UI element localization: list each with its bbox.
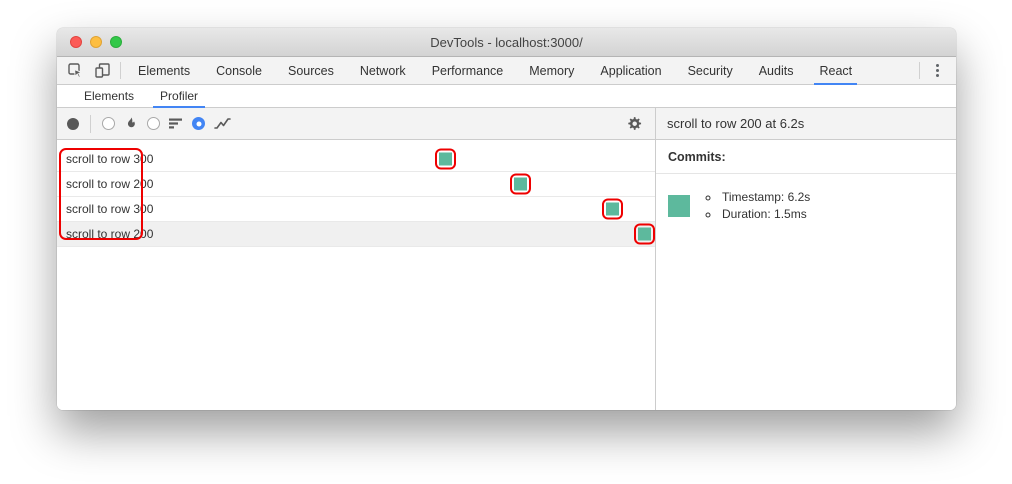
inspect-cursor-icon: [68, 63, 83, 78]
commit-square-icon: [638, 227, 651, 241]
ranked-mode-radio[interactable]: [147, 117, 160, 130]
zoom-button[interactable]: [110, 36, 122, 48]
commit-entry: Timestamp: 6.2s Duration: 1.5ms: [656, 174, 956, 237]
tab-react[interactable]: React: [806, 57, 865, 85]
profiler-main-panel: scroll to row 300 scroll to row 200 scro…: [57, 108, 656, 410]
devtools-tabbar: Elements Console Sources Network Perform…: [57, 57, 956, 85]
device-toolbar-button[interactable]: [89, 57, 116, 84]
interactions-chart-icon[interactable]: [214, 117, 231, 130]
divider: [120, 62, 121, 79]
kebab-menu-icon: [935, 64, 939, 67]
profiler-content: scroll to row 300 scroll to row 200 scro…: [57, 108, 956, 410]
commit-square-icon: [439, 152, 452, 166]
tab-memory[interactable]: Memory: [516, 57, 587, 84]
tab-security[interactable]: Security: [675, 57, 746, 84]
tab-performance[interactable]: Performance: [419, 57, 517, 84]
commit-details-sidebar: scroll to row 200 at 6.2s Commits: Times…: [656, 108, 956, 410]
subtab-profiler[interactable]: Profiler: [147, 85, 211, 108]
settings-button[interactable]: [627, 116, 642, 131]
commit-swatch-icon[interactable]: [668, 194, 690, 217]
minimize-button[interactable]: [90, 36, 102, 48]
commit-marker[interactable]: [634, 223, 655, 245]
interactions-timeline: scroll to row 300 scroll to row 200 scro…: [57, 140, 655, 410]
interactions-mode-radio[interactable]: [192, 117, 205, 130]
devtools-window: DevTools - localhost:3000/ Elements Cons…: [57, 28, 956, 410]
device-toolbar-icon: [95, 63, 110, 78]
interaction-label: scroll to row 200: [66, 177, 154, 191]
record-button[interactable]: [67, 117, 79, 130]
tab-elements[interactable]: Elements: [125, 57, 203, 84]
commit-detail-list: Timestamp: 6.2s Duration: 1.5ms: [699, 187, 810, 224]
window-title: DevTools - localhost:3000/: [430, 34, 583, 50]
commit-square-icon: [514, 177, 527, 191]
flame-icon[interactable]: [124, 116, 138, 131]
titlebar: DevTools - localhost:3000/: [57, 28, 956, 57]
commit-timestamp: Timestamp: 6.2s: [720, 190, 810, 204]
commit-marker[interactable]: [510, 173, 531, 195]
interaction-label: scroll to row 300: [66, 202, 154, 216]
subtab-elements[interactable]: Elements: [71, 85, 147, 107]
ranked-chart-icon[interactable]: [169, 117, 183, 130]
interaction-label: scroll to row 200: [66, 227, 154, 241]
selected-interaction-title: scroll to row 200 at 6.2s: [667, 116, 805, 131]
tab-sources[interactable]: Sources: [275, 57, 347, 84]
profiler-toolbar: [57, 108, 655, 140]
commit-marker[interactable]: [435, 148, 456, 170]
divider: [919, 62, 920, 79]
tab-console[interactable]: Console: [203, 57, 275, 84]
commit-marker[interactable]: [602, 198, 623, 220]
tab-application[interactable]: Application: [587, 57, 674, 84]
interaction-label: scroll to row 300: [66, 152, 154, 166]
flamegraph-mode-radio[interactable]: [102, 117, 115, 130]
commits-heading: Commits:: [656, 140, 956, 174]
close-button[interactable]: [70, 36, 82, 48]
react-subtabbar: Elements Profiler: [57, 85, 956, 108]
sidebar-header: scroll to row 200 at 6.2s: [656, 108, 956, 140]
tab-audits[interactable]: Audits: [746, 57, 807, 84]
interaction-row[interactable]: scroll to row 200: [57, 172, 655, 197]
interaction-row-selected[interactable]: scroll to row 200: [57, 222, 655, 247]
divider: [90, 114, 91, 133]
gear-icon: [627, 116, 642, 131]
tab-network[interactable]: Network: [347, 57, 419, 84]
interaction-row[interactable]: scroll to row 300: [57, 197, 655, 222]
interaction-row[interactable]: scroll to row 300: [57, 147, 655, 172]
window-controls: [70, 36, 122, 48]
more-options-button[interactable]: [924, 57, 950, 84]
commit-duration: Duration: 1.5ms: [720, 207, 810, 221]
commit-square-icon: [606, 202, 619, 216]
inspect-element-button[interactable]: [62, 57, 89, 84]
